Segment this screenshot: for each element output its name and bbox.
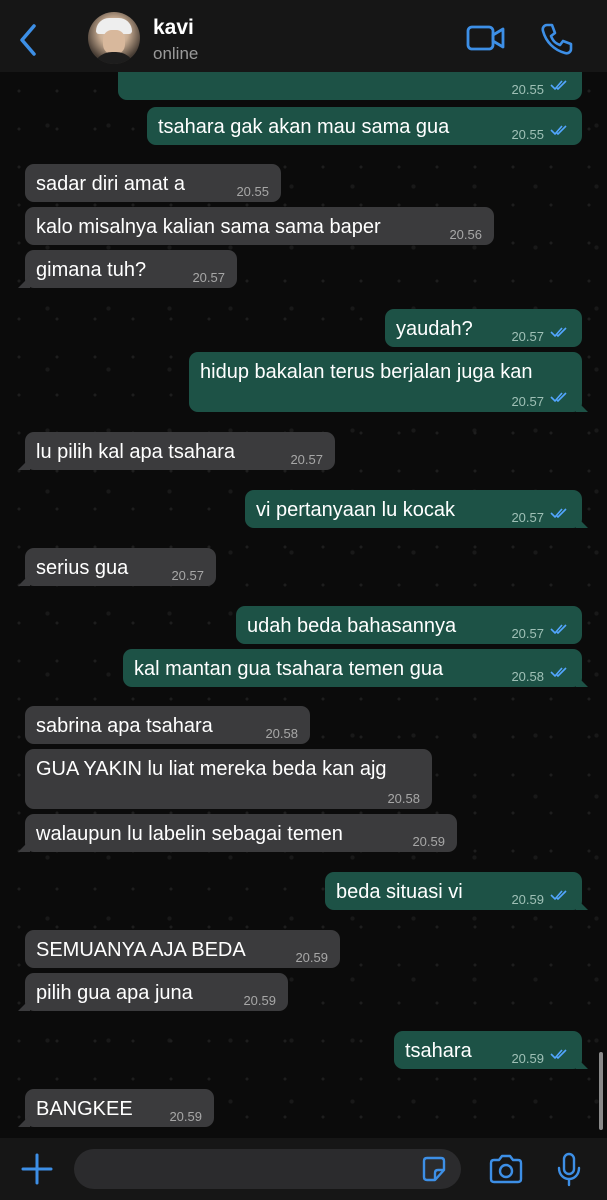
- message-outgoing[interactable]: yaudah? 20.57: [385, 309, 582, 347]
- message-outgoing[interactable]: tsahara 20.59: [394, 1031, 582, 1069]
- bubble-tail: [576, 675, 588, 687]
- message-time: 20.59: [243, 993, 276, 1008]
- read-receipt-icon: [550, 624, 567, 635]
- message-time: 20.59: [511, 1051, 544, 1066]
- message-text: udah beda bahasannya: [247, 615, 457, 637]
- camera-icon: [489, 1154, 523, 1184]
- message-text: gimana tuh?: [36, 259, 147, 281]
- scrollbar[interactable]: [599, 1052, 603, 1130]
- message-time: 20.58: [387, 791, 420, 806]
- bubble-tail: [576, 898, 588, 910]
- message-incoming[interactable]: serius gua 20.57: [25, 548, 216, 586]
- microphone-icon: [557, 1152, 581, 1187]
- message-time: 20.59: [295, 950, 328, 965]
- bubble-tail: [18, 1115, 30, 1127]
- message-incoming[interactable]: GUA YAKIN lu liat mereka beda kan ajg 20…: [25, 749, 432, 809]
- read-receipt-icon: [550, 80, 567, 91]
- voice-call-button[interactable]: [540, 22, 574, 61]
- message-time: 20.57: [192, 270, 225, 285]
- message-incoming[interactable]: SEMUANYA AJA BEDA 20.59: [25, 930, 340, 968]
- message-time: 20.57: [171, 568, 204, 583]
- message-text: walaupun lu labelin sebagai temen: [36, 823, 343, 845]
- message-input[interactable]: [74, 1149, 461, 1189]
- message-time: 20.55: [511, 82, 544, 97]
- sticker-icon: [422, 1156, 446, 1182]
- phone-icon: [541, 23, 573, 55]
- message-time: 20.59: [511, 892, 544, 907]
- camera-button[interactable]: [488, 1154, 524, 1189]
- message-text: kal mantan gua tsahara temen gua: [134, 658, 444, 680]
- message-time: 20.56: [449, 227, 482, 242]
- message-text: tsahara gak akan mau sama gua: [158, 116, 450, 138]
- message-incoming[interactable]: BANGKEE 20.59: [25, 1089, 214, 1127]
- message-time: 20.57: [290, 452, 323, 467]
- chevron-left-icon: [20, 24, 36, 56]
- video-camera-icon: [466, 25, 505, 51]
- attach-button[interactable]: [20, 1152, 54, 1186]
- message-incoming[interactable]: pilih gua apa juna 20.59: [25, 973, 288, 1011]
- read-receipt-icon: [550, 508, 567, 519]
- read-receipt-icon: [550, 392, 567, 403]
- message-incoming[interactable]: gimana tuh? 20.57: [25, 250, 237, 288]
- message-text: sabrina apa tsahara: [36, 715, 213, 737]
- message-incoming[interactable]: sadar diri amat a 20.55: [25, 164, 281, 202]
- message-text: beda situasi vi: [336, 881, 463, 903]
- message-outgoing[interactable]: hidup bakalan terus berjalan juga kan 20…: [189, 352, 582, 412]
- read-receipt-icon: [550, 667, 567, 678]
- message-text: kalo misalnya kalian sama sama baper: [36, 216, 381, 238]
- sticker-button[interactable]: [420, 1155, 448, 1188]
- message-text: BANGKEE: [36, 1098, 133, 1120]
- message-time: 20.58: [265, 726, 298, 741]
- message-text: serius gua: [36, 557, 129, 579]
- video-call-button[interactable]: [466, 22, 506, 59]
- message-text: vi pertanyaan lu kocak: [256, 499, 456, 521]
- message-text: tsahara: [405, 1040, 472, 1062]
- message-time: 20.55: [511, 127, 544, 142]
- bubble-tail: [576, 1057, 588, 1069]
- plus-icon: [21, 1153, 53, 1185]
- message-text: lu pilih kal apa tsahara: [36, 441, 236, 463]
- message-text: GUA YAKIN lu liat mereka beda kan ajg: [36, 758, 387, 780]
- message-text: yaudah?: [396, 318, 473, 340]
- voice-note-button[interactable]: [556, 1152, 582, 1193]
- message-text: sadar diri amat a: [36, 173, 185, 195]
- message-text: SEMUANYA AJA BEDA: [36, 939, 246, 961]
- message-time: 20.57: [511, 626, 544, 641]
- message-time: 20.57: [511, 329, 544, 344]
- message-incoming[interactable]: lu pilih kal apa tsahara 20.57: [25, 432, 335, 470]
- message-text: hidup bakalan terus berjalan juga kan: [200, 361, 533, 383]
- message-outgoing[interactable]: tsahara gak akan mau sama gua 20.55: [147, 107, 582, 145]
- read-receipt-icon: [550, 327, 567, 338]
- message-time: 20.59: [412, 834, 445, 849]
- bubble-tail: [576, 516, 588, 528]
- read-receipt-icon: [550, 125, 567, 136]
- read-receipt-icon: [550, 890, 567, 901]
- message-outgoing[interactable]: 20.55: [118, 72, 582, 100]
- contact-status: online: [153, 44, 199, 63]
- avatar[interactable]: [88, 12, 140, 64]
- message-incoming[interactable]: walaupun lu labelin sebagai temen 20.59: [25, 814, 457, 852]
- message-time: 20.57: [511, 510, 544, 525]
- composer-bar: [0, 1138, 607, 1200]
- bubble-tail: [576, 400, 588, 412]
- message-incoming[interactable]: sabrina apa tsahara 20.58: [25, 706, 310, 744]
- chat-header: kavi online: [0, 0, 607, 72]
- message-outgoing[interactable]: beda situasi vi 20.59: [325, 872, 582, 910]
- message-outgoing[interactable]: vi pertanyaan lu kocak 20.57: [245, 490, 582, 528]
- message-time: 20.59: [169, 1109, 202, 1124]
- message-list[interactable]: 20.55 tsahara gak akan mau sama gua 20.5…: [0, 72, 607, 1138]
- back-button[interactable]: [14, 20, 44, 60]
- contact-name[interactable]: kavi: [153, 16, 194, 40]
- read-receipt-icon: [550, 1049, 567, 1060]
- message-time: 20.55: [236, 184, 269, 199]
- message-text: pilih gua apa juna: [36, 982, 193, 1004]
- message-time: 20.57: [511, 394, 544, 409]
- message-time: 20.58: [511, 669, 544, 684]
- message-outgoing[interactable]: udah beda bahasannya 20.57: [236, 606, 582, 644]
- message-incoming[interactable]: kalo misalnya kalian sama sama baper 20.…: [25, 207, 494, 245]
- message-outgoing[interactable]: kal mantan gua tsahara temen gua 20.58: [123, 649, 582, 687]
